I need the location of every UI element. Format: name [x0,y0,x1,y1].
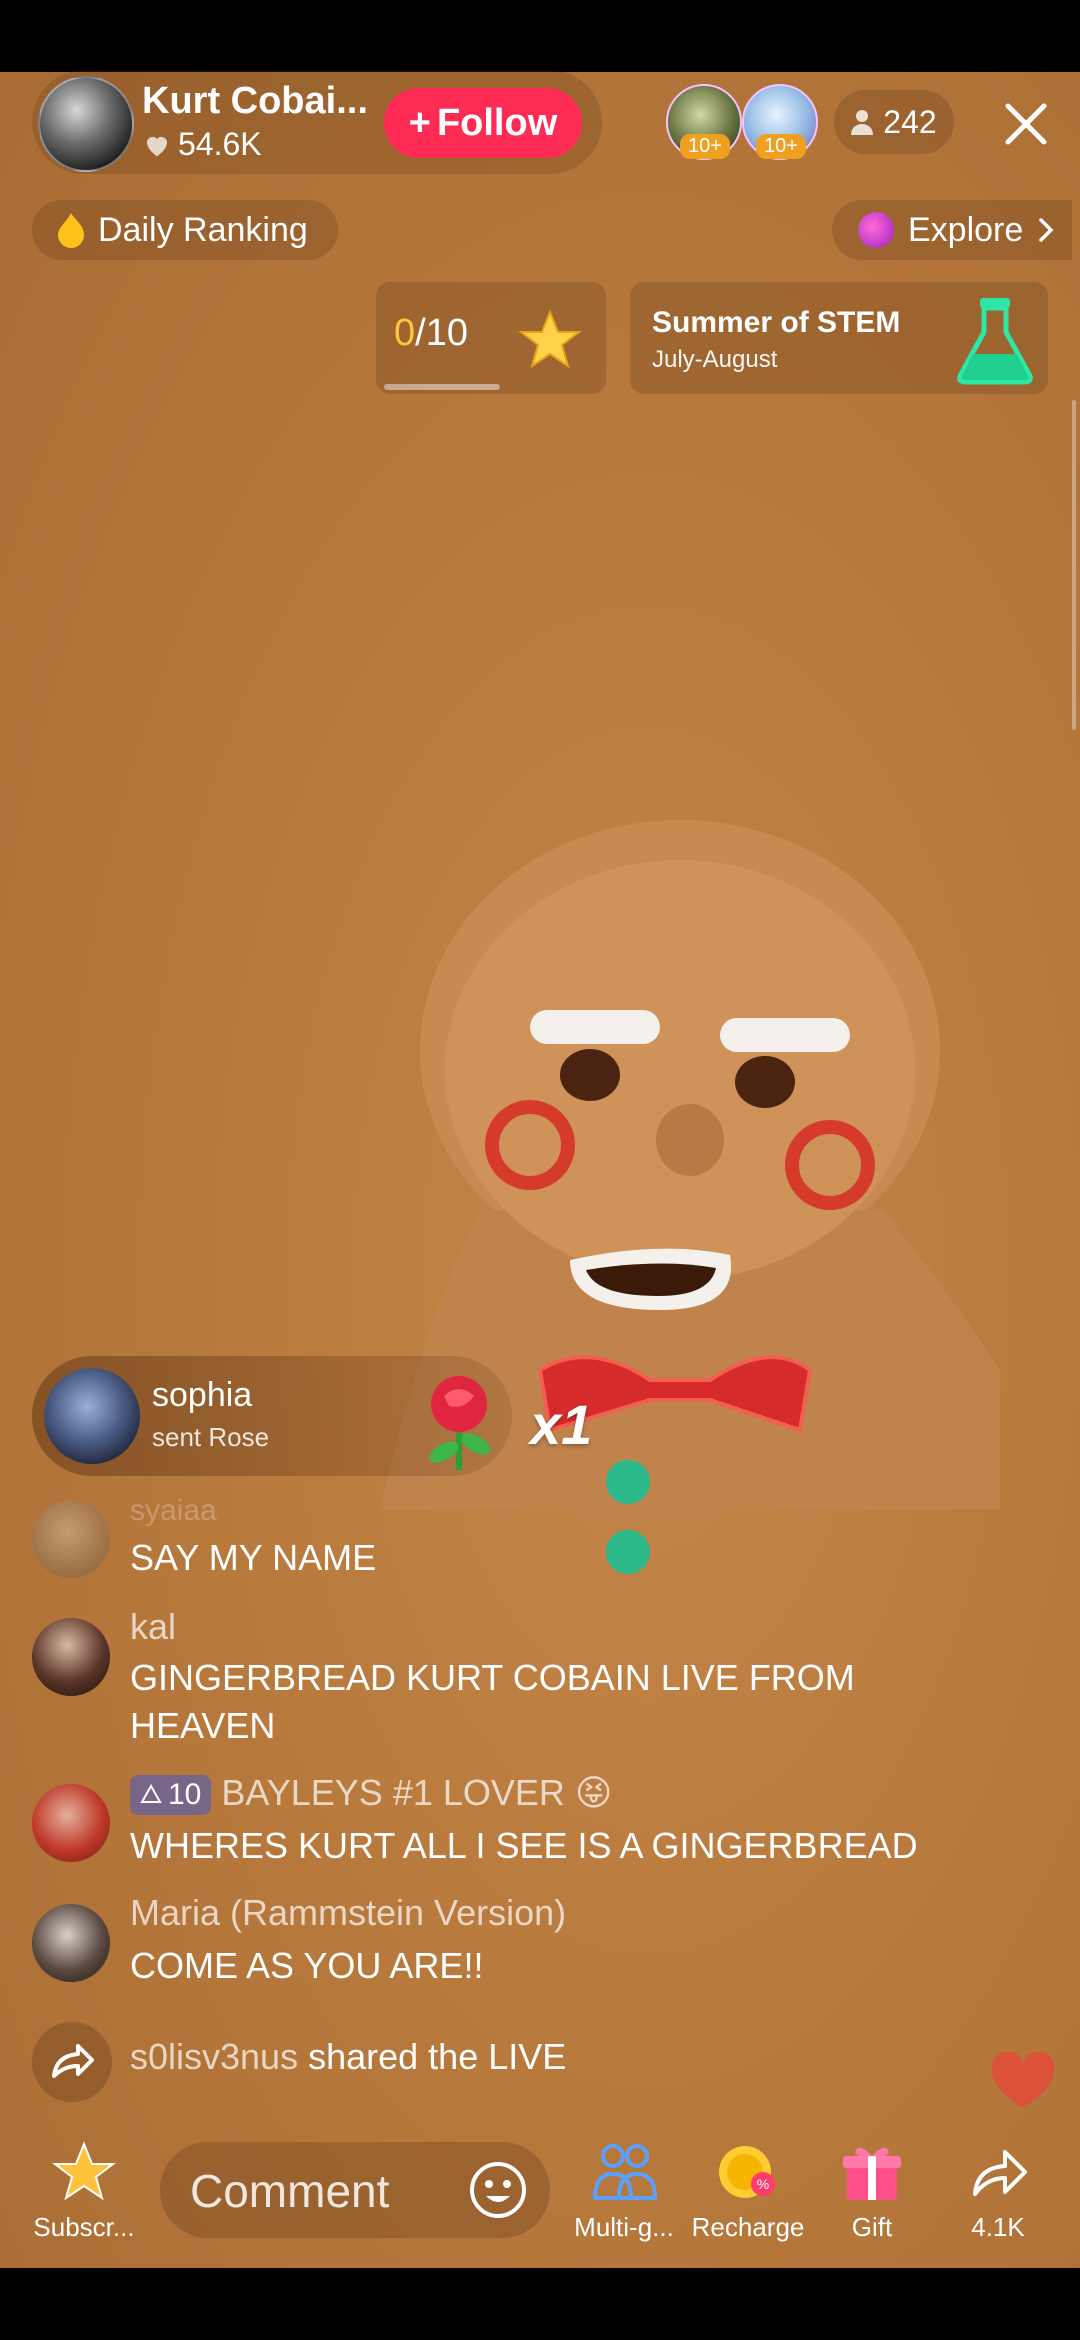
diamond-icon [140,1784,162,1804]
subscribe-button[interactable]: Subscr... [24,2140,144,2243]
emoji-icon[interactable] [466,2158,530,2222]
share-button[interactable]: 4.1K [938,2140,1058,2243]
chat-username-1[interactable]: syaiaa [130,1494,217,1528]
gift-label: Gift [851,2212,893,2242]
star-subscribe-icon [52,2141,116,2201]
user-level: 10 [168,1778,202,1812]
top-viewer-badge-1: 10+ [680,134,730,159]
multi-guest-label: Multi-g... [574,2212,674,2242]
event-title: Summer of STEM [652,306,901,339]
goal-current: 0 [394,312,416,354]
side-scroll-indicator [1072,400,1076,730]
chat-username-3[interactable]: BAYLEYS #1 LOVER 😝 [221,1772,612,1813]
recharge-button[interactable]: % Recharge [688,2140,808,2243]
explore-label: Explore [908,210,1024,249]
chat-avatar-2[interactable] [32,1618,110,1696]
chat-user-line-3: 10 BAYLEYS #1 LOVER 😝 [130,1772,612,1816]
daily-ranking-button[interactable]: Daily Ranking [32,200,338,260]
chat-username-2[interactable]: kal [130,1606,176,1648]
planet-icon [858,212,894,248]
flask-icon [957,298,1033,385]
comment-input[interactable]: Comment [160,2142,550,2238]
chat-username-4[interactable]: Maria (Rammstein Version) [130,1892,566,1934]
share-arrow-icon [52,2044,94,2078]
subscriber-goal-card[interactable]: 0/10 [376,282,606,394]
chat-avatar-4[interactable] [32,1904,110,1982]
subscribe-label: Subscr... [33,2212,135,2242]
close-icon[interactable] [998,96,1054,152]
multi-guest-button[interactable]: Multi-g... [564,2140,684,2243]
chat-message-2: GINGERBREAD KURT COBAIN LIVE FROM HEAVEN [130,1657,855,1746]
plus-icon: + [408,101,431,144]
svg-text:%: % [757,2176,769,2192]
follow-label: Follow [436,101,558,144]
user-level-badge: 10 [130,1775,212,1816]
host-name[interactable]: Kurt Cobai... [142,80,368,123]
host-likes-count: 54.6K [178,126,262,162]
chat-avatar-1[interactable] [32,1500,110,1578]
coin-icon: % [719,2146,775,2198]
share-event-icon-wrap [32,2022,112,2102]
top-viewer-badge-2: 10+ [756,134,806,159]
explore-button[interactable]: Explore [832,200,1072,260]
gift-action-text: sent Rose [152,1422,270,1452]
event-subtitle: July-August [652,346,778,373]
follow-button[interactable]: + Follow [384,88,582,158]
goal-total: /10 [415,312,468,354]
gift-sender-avatar[interactable] [44,1368,140,1464]
gift-icon [843,2147,901,2200]
chat-avatar-3[interactable] [32,1784,110,1862]
recharge-label: Recharge [691,2212,805,2242]
person-icon [851,110,874,135]
event-banner[interactable]: Summer of STEM July-August [630,282,1048,394]
goal-progress-text: 0/10 [394,312,468,355]
floating-heart-icon [991,2052,1055,2108]
gift-button[interactable]: Gift [812,2140,932,2243]
share-count: 4.1K [971,2212,1025,2242]
share-icon [973,2150,1027,2196]
multi-guest-icon [592,2144,658,2200]
heart-icon [147,136,167,156]
share-event: s0lisv3nus shared the LIVE [130,2036,566,2078]
share-event-text: shared the LIVE [298,2036,567,2077]
flame-icon [58,213,84,248]
chat-message-3: WHERES KURT ALL I SEE IS A GINGERBREAD [130,1825,918,1866]
gift-sender-name: sophia [152,1376,253,1414]
host-avatar[interactable] [38,76,134,172]
rose-gift-icon [429,1376,491,1470]
chat-message-1: SAY MY NAME [130,1537,377,1578]
daily-ranking-label: Daily Ranking [98,210,308,249]
gift-notification[interactable]: sophia sent Rose [32,1356,512,1476]
host-likes: 54.6K [142,126,262,163]
viewer-count[interactable]: 242 [834,90,954,154]
goal-progress-bar [384,384,500,390]
comment-placeholder: Comment [190,2165,390,2217]
chat-message-4: COME AS YOU ARE!! [130,1945,484,1986]
bottom-letterbox [0,2268,1080,2340]
gift-combo-count: x1 [530,1393,593,1456]
star-icon [518,309,582,369]
viewer-count-value: 242 [883,103,937,140]
share-event-user[interactable]: s0lisv3nus [130,2036,298,2077]
chevron-right-icon [1039,218,1054,242]
